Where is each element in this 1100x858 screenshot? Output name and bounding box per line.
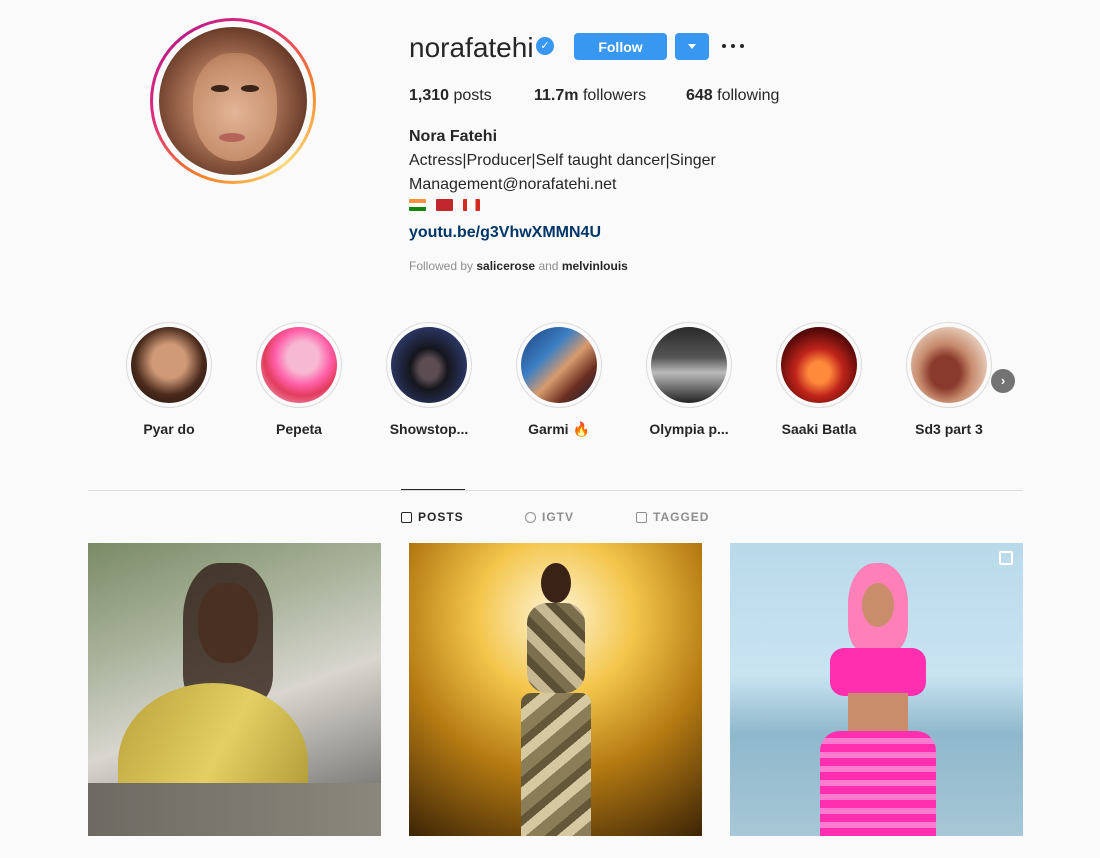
bio-flags <box>409 199 480 211</box>
story-highlight[interactable]: Pepeta <box>244 322 354 437</box>
profile-avatar[interactable] <box>150 18 316 184</box>
tabs-divider <box>88 490 1023 491</box>
chevron-down-icon <box>688 44 696 49</box>
story-highlight[interactable]: Saaki Batla <box>764 322 874 437</box>
verified-badge-icon: ✓ <box>536 37 554 55</box>
following-count-link[interactable]: 648 following <box>686 87 779 105</box>
story-highlight[interactable]: Olympia p... <box>634 322 744 437</box>
highlight-label: Pyar do <box>143 421 195 437</box>
tag-icon <box>636 511 647 523</box>
bio-email: Management@norafatehi.net <box>409 176 617 193</box>
story-highlight[interactable]: Sd3 part 3 <box>894 322 1004 437</box>
post-thumbnail[interactable] <box>409 543 702 836</box>
highlight-label: Sd3 part 3 <box>915 421 983 437</box>
highlight-cover <box>131 327 207 403</box>
highlight-cover <box>911 327 987 403</box>
highlight-label: Garmi 🔥 <box>528 421 590 437</box>
followed-by-text[interactable]: Followed by salicerose and melvinlouis <box>409 259 628 273</box>
highlight-label: Showstop... <box>389 421 469 437</box>
bio-external-link[interactable]: youtu.be/g3VhwXMMN4U <box>409 224 601 242</box>
profile-full-name: Nora Fatehi <box>409 128 498 145</box>
morocco-flag-icon <box>436 199 453 211</box>
highlight-label: Pepeta <box>276 421 322 437</box>
highlight-cover <box>261 327 337 403</box>
highlight-cover <box>391 327 467 403</box>
suggestions-dropdown-button[interactable] <box>675 33 709 60</box>
highlight-cover <box>651 327 727 403</box>
followers-count-link[interactable]: 11.7m followers <box>534 87 646 105</box>
story-highlight[interactable]: Pyar do <box>114 322 224 437</box>
follow-button[interactable]: Follow <box>574 33 667 60</box>
chevron-right-icon[interactable]: › <box>991 369 1015 393</box>
active-tab-indicator <box>401 489 465 490</box>
igtv-icon <box>525 511 536 523</box>
tab-igtv[interactable]: IGTV <box>525 510 574 524</box>
highlight-cover <box>521 327 597 403</box>
grid-icon <box>401 511 412 523</box>
highlight-cover <box>781 327 857 403</box>
more-options-icon[interactable] <box>722 37 746 55</box>
tab-posts[interactable]: POSTS <box>401 510 464 524</box>
post-thumbnail[interactable] <box>730 543 1023 836</box>
india-flag-icon <box>409 199 426 211</box>
profile-username: norafatehi <box>409 32 534 63</box>
story-highlight[interactable]: Garmi 🔥 <box>504 322 614 438</box>
highlight-label: Saaki Batla <box>781 421 857 437</box>
post-thumbnail[interactable] <box>88 543 381 836</box>
posts-count-stat: 1,310 posts <box>409 87 492 104</box>
tab-tagged[interactable]: TAGGED <box>636 510 709 524</box>
multiple-photos-icon <box>999 551 1013 565</box>
highlight-label: Olympia p... <box>649 421 729 437</box>
story-highlight[interactable]: Showstop... <box>374 322 484 437</box>
canada-flag-icon <box>463 199 480 211</box>
bio-line: Actress|Producer|Self taught dancer|Sing… <box>409 152 716 169</box>
avatar-photo <box>159 27 307 175</box>
